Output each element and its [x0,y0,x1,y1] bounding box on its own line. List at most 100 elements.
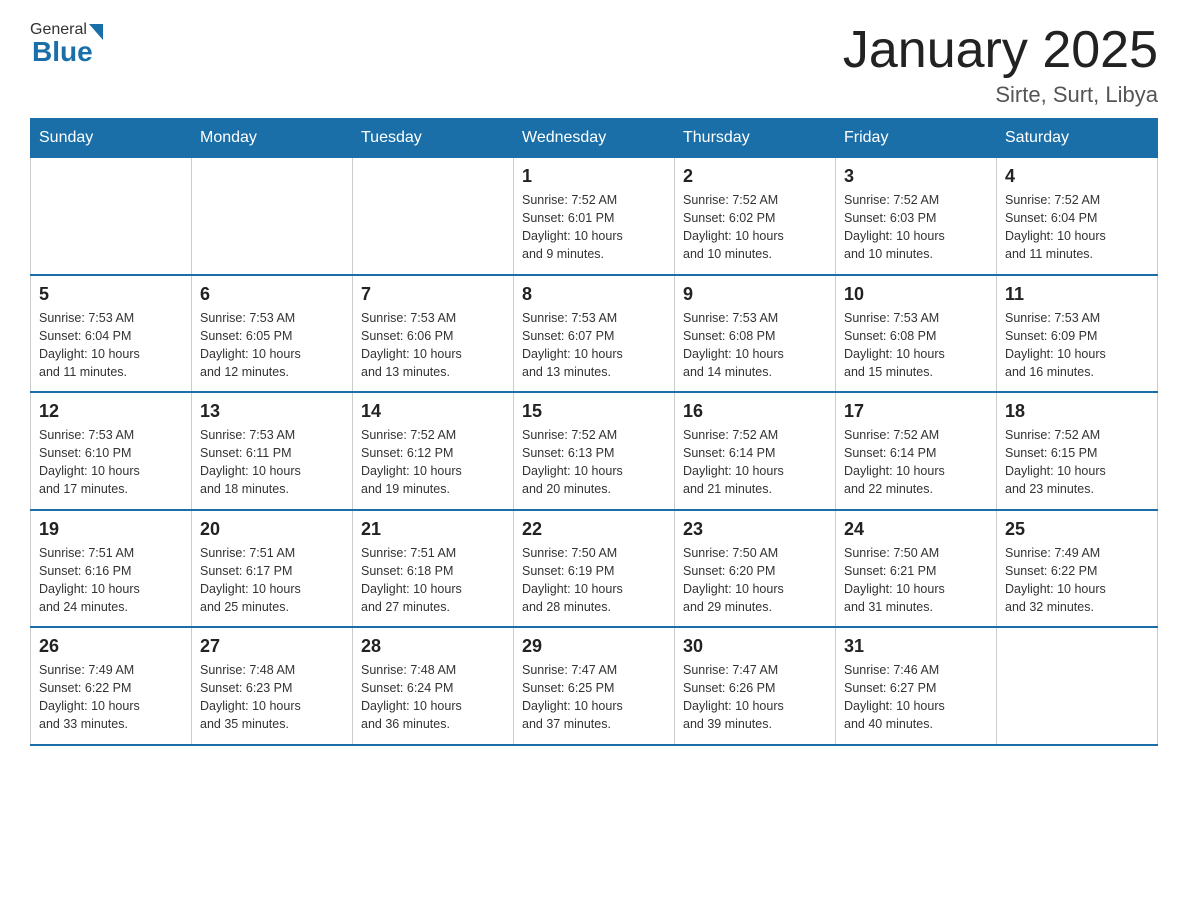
calendar-cell: 19 Sunrise: 7:51 AM Sunset: 6:16 PM Dayli… [31,510,192,628]
day-number: 21 [361,519,505,540]
calendar-cell [192,158,353,275]
day-info: Sunrise: 7:48 AM Sunset: 6:24 PM Dayligh… [361,661,505,734]
day-number: 7 [361,284,505,305]
calendar-cell: 10 Sunrise: 7:53 AM Sunset: 6:08 PM Dayli… [836,275,997,393]
calendar-header: SundayMondayTuesdayWednesdayThursdayFrid… [31,119,1158,158]
day-number: 14 [361,401,505,422]
calendar-cell: 8Sunrise: 7:53 AM Sunset: 6:07 PM Daylig… [514,275,675,393]
day-number: 27 [200,636,344,657]
day-number: 1 [522,166,666,187]
calendar-cell: 15 Sunrise: 7:52 AM Sunset: 6:13 PM Dayli… [514,392,675,510]
weekday-header-wednesday: Wednesday [514,119,675,158]
calendar-cell: 28 Sunrise: 7:48 AM Sunset: 6:24 PM Dayli… [353,627,514,745]
main-title: January 2025 [843,20,1158,80]
day-number: 30 [683,636,827,657]
weekday-header-sunday: Sunday [31,119,192,158]
calendar-cell: 2 Sunrise: 7:52 AM Sunset: 6:02 PM Daylig… [675,158,836,275]
day-info: Sunrise: 7:51 AM Sunset: 6:16 PM Dayligh… [39,544,183,617]
calendar-table: SundayMondayTuesdayWednesdayThursdayFrid… [30,118,1158,746]
day-number: 12 [39,401,183,422]
day-number: 22 [522,519,666,540]
weekday-header-row: SundayMondayTuesdayWednesdayThursdayFrid… [31,119,1158,158]
day-info: Sunrise: 7:48 AM Sunset: 6:23 PM Dayligh… [200,661,344,734]
day-info: Sunrise: 7:52 AM Sunset: 6:14 PM Dayligh… [683,426,827,499]
calendar-week-2: 12 Sunrise: 7:53 AM Sunset: 6:10 PM Dayli… [31,392,1158,510]
weekday-header-saturday: Saturday [997,119,1158,158]
calendar-cell: 21 Sunrise: 7:51 AM Sunset: 6:18 PM Dayli… [353,510,514,628]
day-number: 25 [1005,519,1149,540]
calendar-cell: 4 Sunrise: 7:52 AM Sunset: 6:04 PM Daylig… [997,158,1158,275]
weekday-header-friday: Friday [836,119,997,158]
day-info: Sunrise: 7:53 AM Sunset: 6:11 PM Dayligh… [200,426,344,499]
day-number: 4 [1005,166,1149,187]
day-number: 9 [683,284,827,305]
calendar-cell: 6Sunrise: 7:53 AM Sunset: 6:05 PM Daylig… [192,275,353,393]
calendar-cell: 17Sunrise: 7:52 AM Sunset: 6:14 PM Dayli… [836,392,997,510]
day-info: Sunrise: 7:52 AM Sunset: 6:03 PM Dayligh… [844,191,988,264]
calendar-week-0: 1Sunrise: 7:52 AM Sunset: 6:01 PM Daylig… [31,158,1158,275]
calendar-cell: 13 Sunrise: 7:53 AM Sunset: 6:11 PM Dayli… [192,392,353,510]
day-number: 28 [361,636,505,657]
day-info: Sunrise: 7:51 AM Sunset: 6:17 PM Dayligh… [200,544,344,617]
day-info: Sunrise: 7:52 AM Sunset: 6:04 PM Dayligh… [1005,191,1149,264]
day-info: Sunrise: 7:46 AM Sunset: 6:27 PM Dayligh… [844,661,988,734]
day-info: Sunrise: 7:52 AM Sunset: 6:14 PM Dayligh… [844,426,988,499]
day-info: Sunrise: 7:50 AM Sunset: 6:19 PM Dayligh… [522,544,666,617]
day-number: 18 [1005,401,1149,422]
day-info: Sunrise: 7:52 AM Sunset: 6:13 PM Dayligh… [522,426,666,499]
day-info: Sunrise: 7:53 AM Sunset: 6:10 PM Dayligh… [39,426,183,499]
day-number: 13 [200,401,344,422]
day-number: 11 [1005,284,1149,305]
day-info: Sunrise: 7:50 AM Sunset: 6:20 PM Dayligh… [683,544,827,617]
calendar-cell: 5 Sunrise: 7:53 AM Sunset: 6:04 PM Daylig… [31,275,192,393]
subtitle: Sirte, Surt, Libya [843,82,1158,108]
logo-blue-text: Blue [32,36,93,68]
day-number: 8 [522,284,666,305]
logo: General Blue [30,20,103,68]
day-info: Sunrise: 7:51 AM Sunset: 6:18 PM Dayligh… [361,544,505,617]
page-header: General Blue January 2025 Sirte, Surt, L… [30,20,1158,108]
day-number: 23 [683,519,827,540]
day-number: 6 [200,284,344,305]
calendar-cell [353,158,514,275]
day-info: Sunrise: 7:53 AM Sunset: 6:08 PM Dayligh… [844,309,988,382]
day-number: 29 [522,636,666,657]
calendar-cell: 27 Sunrise: 7:48 AM Sunset: 6:23 PM Dayli… [192,627,353,745]
day-info: Sunrise: 7:52 AM Sunset: 6:15 PM Dayligh… [1005,426,1149,499]
calendar-cell [31,158,192,275]
day-number: 3 [844,166,988,187]
day-info: Sunrise: 7:53 AM Sunset: 6:04 PM Dayligh… [39,309,183,382]
calendar-week-1: 5 Sunrise: 7:53 AM Sunset: 6:04 PM Daylig… [31,275,1158,393]
day-info: Sunrise: 7:49 AM Sunset: 6:22 PM Dayligh… [39,661,183,734]
day-number: 16 [683,401,827,422]
calendar-week-4: 26Sunrise: 7:49 AM Sunset: 6:22 PM Dayli… [31,627,1158,745]
day-number: 20 [200,519,344,540]
day-info: Sunrise: 7:49 AM Sunset: 6:22 PM Dayligh… [1005,544,1149,617]
day-number: 5 [39,284,183,305]
calendar-cell: 9 Sunrise: 7:53 AM Sunset: 6:08 PM Daylig… [675,275,836,393]
calendar-cell: 26Sunrise: 7:49 AM Sunset: 6:22 PM Dayli… [31,627,192,745]
day-info: Sunrise: 7:52 AM Sunset: 6:02 PM Dayligh… [683,191,827,264]
weekday-header-monday: Monday [192,119,353,158]
day-number: 24 [844,519,988,540]
calendar-cell: 11Sunrise: 7:53 AM Sunset: 6:09 PM Dayli… [997,275,1158,393]
day-number: 2 [683,166,827,187]
day-number: 31 [844,636,988,657]
day-number: 19 [39,519,183,540]
calendar-cell: 31 Sunrise: 7:46 AM Sunset: 6:27 PM Dayli… [836,627,997,745]
calendar-cell: 18 Sunrise: 7:52 AM Sunset: 6:15 PM Dayli… [997,392,1158,510]
day-info: Sunrise: 7:47 AM Sunset: 6:26 PM Dayligh… [683,661,827,734]
day-number: 15 [522,401,666,422]
calendar-cell: 3 Sunrise: 7:52 AM Sunset: 6:03 PM Daylig… [836,158,997,275]
day-info: Sunrise: 7:53 AM Sunset: 6:06 PM Dayligh… [361,309,505,382]
calendar-cell: 29Sunrise: 7:47 AM Sunset: 6:25 PM Dayli… [514,627,675,745]
day-number: 10 [844,284,988,305]
calendar-cell: 24Sunrise: 7:50 AM Sunset: 6:21 PM Dayli… [836,510,997,628]
day-info: Sunrise: 7:53 AM Sunset: 6:08 PM Dayligh… [683,309,827,382]
calendar-cell: 1Sunrise: 7:52 AM Sunset: 6:01 PM Daylig… [514,158,675,275]
calendar-cell: 23 Sunrise: 7:50 AM Sunset: 6:20 PM Dayli… [675,510,836,628]
weekday-header-tuesday: Tuesday [353,119,514,158]
calendar-body: 1Sunrise: 7:52 AM Sunset: 6:01 PM Daylig… [31,158,1158,745]
calendar-cell: 30 Sunrise: 7:47 AM Sunset: 6:26 PM Dayli… [675,627,836,745]
day-info: Sunrise: 7:52 AM Sunset: 6:12 PM Dayligh… [361,426,505,499]
